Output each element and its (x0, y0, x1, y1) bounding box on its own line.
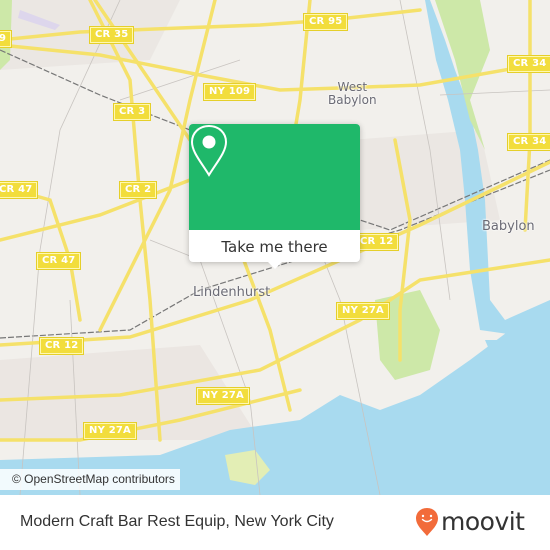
road-label: CR 47 (35, 252, 82, 270)
destination-popup: Take me there (189, 124, 360, 269)
moovit-logo[interactable]: moovit (415, 507, 525, 537)
road-label: CR 12 (38, 337, 85, 355)
footer-bar: Modern Craft Bar Rest Equip, New York Ci… (0, 495, 550, 550)
take-me-there-button[interactable]: Take me there (189, 230, 360, 264)
map-attribution[interactable]: © OpenStreetMap contributors (0, 469, 180, 490)
road-label: CR 34 (506, 133, 550, 151)
road-label: NY 109 (202, 83, 257, 101)
road-label: CR 95 (302, 13, 349, 31)
moovit-pin-icon (416, 508, 438, 536)
road-label: CR 2 (118, 181, 158, 199)
road-label: CR 34 (506, 55, 550, 73)
moovit-logo-text: moovit (441, 507, 525, 536)
road-label: NY 27A (83, 422, 137, 440)
road-label: CR 47 (0, 181, 39, 199)
road-label: CR 35 (88, 26, 135, 44)
place-label-lindenhurst: Lindenhurst (193, 285, 271, 300)
road-label: CR 3 (112, 103, 152, 121)
road-label: NY 27A (336, 302, 390, 320)
location-title: Modern Craft Bar Rest Equip, New York Ci… (20, 513, 334, 530)
map[interactable]: 9 CR 35 CR 95 NY 109 CR 3 CR 34 CR 34 CR… (0, 0, 550, 495)
map-pin-icon (190, 124, 228, 177)
popup-arrow (267, 261, 283, 269)
popup-header (189, 124, 360, 230)
road-label: 9 (0, 30, 13, 48)
road-label: NY 27A (196, 387, 250, 405)
place-label-babylon: Babylon (482, 219, 535, 234)
road-label: CR 12 (353, 233, 400, 251)
place-label-west-babylon: West Babylon (328, 80, 377, 107)
